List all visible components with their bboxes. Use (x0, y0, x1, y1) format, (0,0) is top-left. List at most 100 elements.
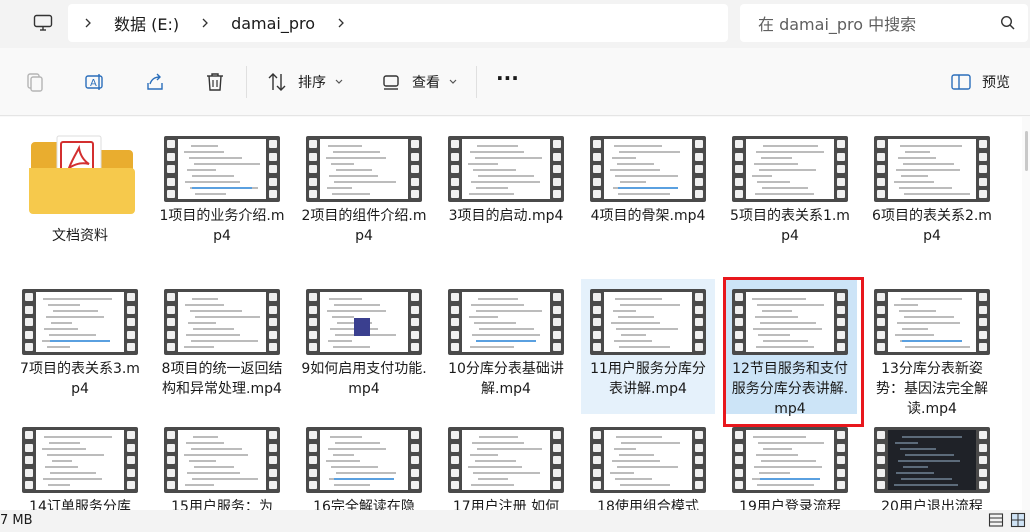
video-thumbnail-wrap (874, 136, 990, 202)
preview-pane-button[interactable]: 预览 (950, 64, 1010, 100)
video-thumbnail (22, 427, 138, 493)
copy-icon (27, 73, 43, 92)
view-button[interactable]: 查看 (380, 64, 458, 100)
video-file-item[interactable]: 8项目的统一返回结构和异常处理.mp4 (155, 279, 289, 414)
video-file-item[interactable]: 1项目的业务介绍.mp4 (155, 126, 289, 276)
search-input[interactable]: 在 damai_pro 中搜索 (758, 11, 988, 35)
breadcrumb-folder[interactable]: damai_pro (217, 14, 329, 33)
video-file-item[interactable]: 13分库分表新姿势：基因法完全解读.mp4 (865, 279, 999, 417)
video-thumbnail (732, 136, 848, 202)
trash-icon (207, 73, 223, 91)
video-thumbnail (448, 289, 564, 355)
video-thumbnail-wrap (164, 289, 280, 355)
video-thumbnail (448, 136, 564, 202)
video-thumbnail-wrap (306, 289, 422, 355)
file-name: 10分库分表基础讲解.mp4 (448, 361, 564, 397)
video-thumbnail (590, 289, 706, 355)
monitor-icon (33, 14, 53, 31)
status-size: 7 MB (0, 513, 33, 528)
chevron-right-icon[interactable] (76, 11, 100, 35)
video-file-item[interactable]: 12节目服务和支付服务分库分表讲解.mp4 (723, 279, 857, 417)
video-thumbnail-wrap (448, 289, 564, 355)
breadcrumb: 数据 (E:) damai_pro (68, 4, 728, 42)
toolbar-divider (246, 66, 247, 98)
video-thumbnail-wrap (590, 427, 706, 493)
vertical-scrollbar[interactable] (1022, 117, 1030, 532)
address-bar: 数据 (E:) damai_pro 在 damai_pro 中搜索 (0, 0, 1030, 48)
more-options-button[interactable]: ··· (496, 60, 519, 96)
share-icon (147, 73, 163, 90)
video-thumbnail (164, 289, 280, 355)
file-name: 1项目的业务介绍.mp4 (159, 208, 285, 244)
video-file-item[interactable]: 3项目的启动.mp4 (439, 126, 573, 276)
folder-item[interactable]: 文档资料 (13, 126, 147, 276)
sort-icon (268, 73, 286, 91)
this-pc-button[interactable] (26, 8, 60, 38)
video-thumbnail-wrap (874, 427, 990, 493)
video-thumbnail-wrap (22, 289, 138, 355)
rename-button[interactable]: A (84, 64, 106, 100)
more-icon: ··· (496, 66, 519, 90)
video-thumbnail-wrap (306, 427, 422, 493)
file-name: 9如何启用支付功能.mp4 (301, 361, 427, 397)
video-file-item[interactable]: 10分库分表基础讲解.mp4 (439, 279, 573, 414)
command-bar: A 排序 查看 ··· 预览 (0, 48, 1030, 116)
preview-pane-icon (951, 74, 971, 90)
file-name: 7项目的表关系3.mp4 (20, 361, 140, 397)
chevron-down-icon (449, 79, 457, 84)
video-thumbnail-wrap (732, 427, 848, 493)
folder-pdf-icon (25, 128, 135, 218)
video-thumbnail-wrap (448, 136, 564, 202)
video-thumbnail-wrap (732, 136, 848, 202)
video-thumbnail (306, 427, 422, 493)
rename-icon: A (85, 74, 103, 90)
file-name: 5项目的表关系1.mp4 (730, 208, 850, 244)
video-thumbnail (590, 427, 706, 493)
video-thumbnail (164, 136, 280, 202)
toolbar-divider (476, 66, 477, 98)
video-thumbnail-wrap (164, 136, 280, 202)
file-name: 2项目的组件介绍.mp4 (301, 208, 427, 244)
video-thumbnail (306, 136, 422, 202)
chevron-right-icon[interactable] (329, 11, 353, 35)
sort-label: 排序 (298, 75, 326, 91)
copy-button[interactable] (24, 64, 46, 100)
video-thumbnail-wrap (22, 427, 138, 493)
video-file-item[interactable]: 2项目的组件介绍.mp4 (297, 126, 431, 276)
video-thumbnail-wrap (732, 289, 848, 355)
file-name: 8项目的统一返回结构和异常处理.mp4 (161, 361, 283, 397)
file-name: 4项目的骨架.mp4 (590, 208, 706, 224)
search-icon[interactable] (988, 15, 1028, 31)
video-thumbnail-wrap (874, 289, 990, 355)
scrollbar-thumb[interactable] (1025, 131, 1028, 171)
video-file-item[interactable]: 5项目的表关系1.mp4 (723, 126, 857, 276)
video-file-item[interactable]: 6项目的表关系2.mp4 (865, 126, 999, 276)
share-button[interactable] (144, 64, 166, 100)
chevron-right-icon[interactable] (193, 11, 217, 35)
delete-button[interactable] (204, 64, 226, 100)
video-file-item[interactable]: 9如何启用支付功能.mp4 (297, 279, 431, 414)
video-thumbnail-wrap (164, 427, 280, 493)
tiles-view-icon[interactable] (1010, 512, 1026, 528)
video-thumbnail (22, 289, 138, 355)
search-box[interactable]: 在 damai_pro 中搜索 (740, 4, 1028, 42)
file-name: 3项目的启动.mp4 (448, 208, 564, 224)
file-name: 13分库分表新姿势：基因法完全解读.mp4 (876, 361, 988, 417)
video-thumbnail (732, 289, 848, 355)
video-thumbnail (164, 427, 280, 493)
view-label: 查看 (412, 75, 440, 91)
sort-button[interactable]: 排序 (266, 64, 344, 100)
video-thumbnail (306, 289, 422, 355)
file-name: 6项目的表关系2.mp4 (872, 208, 992, 244)
details-view-icon[interactable] (988, 512, 1004, 528)
view-icon (383, 75, 399, 90)
file-list: 文档资料 1项目的业务介绍.mp4 2项目的组件介绍.mp4 3项目的启动.mp4 4项… (0, 117, 1030, 532)
breadcrumb-drive[interactable]: 数据 (E:) (100, 11, 193, 35)
video-file-item[interactable]: 11用户服务分库分表讲解.mp4 (581, 279, 715, 414)
video-file-item[interactable]: 7项目的表关系3.mp4 (13, 279, 147, 414)
video-thumbnail-wrap (590, 289, 706, 355)
video-thumbnail (874, 136, 990, 202)
video-file-item[interactable]: 4项目的骨架.mp4 (581, 126, 715, 276)
status-bar: 7 MB (0, 510, 1030, 532)
video-thumbnail-wrap (448, 427, 564, 493)
